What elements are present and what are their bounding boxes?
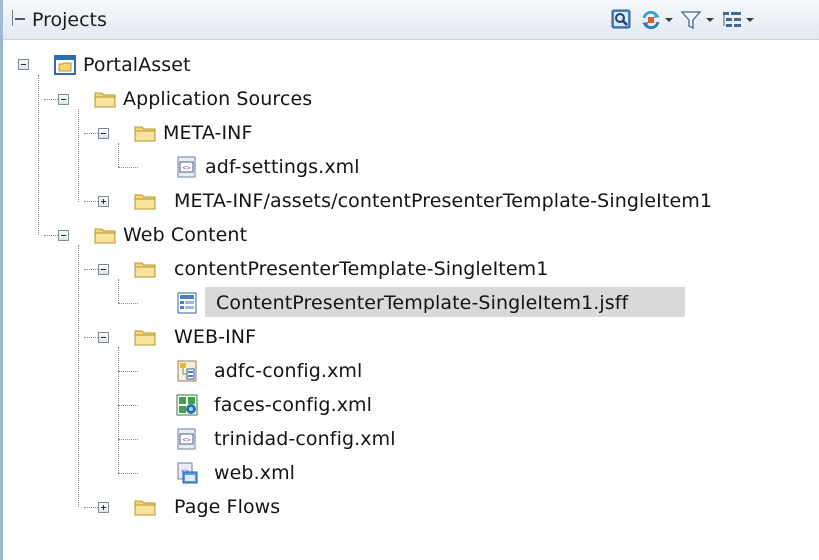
tree-connector	[84, 201, 98, 202]
tree-connector	[118, 371, 138, 372]
tree-connector	[118, 347, 119, 473]
jsff-file-icon	[177, 292, 197, 314]
collapse-toggle[interactable]	[98, 128, 109, 139]
tree-connector	[84, 133, 98, 134]
node-label: Web Content	[123, 224, 248, 246]
sync-icon[interactable]	[640, 9, 662, 31]
node-label: META-INF	[163, 122, 253, 144]
xml-file-icon: <>	[177, 428, 196, 450]
node-label: Page Flows	[174, 496, 281, 518]
svg-text:<>: <>	[182, 436, 190, 444]
folder-icon	[134, 194, 156, 210]
collapse-toggle[interactable]	[58, 230, 69, 241]
tree-connector	[84, 507, 98, 508]
node-label: trinidad-config.xml	[214, 428, 396, 450]
tree-connector	[84, 269, 98, 270]
tree-connector	[44, 235, 58, 236]
node-label: adfc-config.xml	[214, 360, 363, 382]
tree-connector	[44, 99, 58, 100]
search-icon[interactable]	[611, 9, 631, 31]
svg-text:<>: <>	[182, 164, 190, 172]
tree-connector	[118, 143, 119, 167]
filter-dropdown-icon[interactable]	[706, 18, 714, 22]
tree-connector	[118, 303, 138, 304]
folder-icon	[134, 262, 156, 278]
node-label: META-INF/assets/contentPresenterTemplate…	[174, 190, 713, 212]
tree-connector	[118, 405, 138, 406]
xml-file-icon: <>	[177, 156, 196, 178]
node-label: contentPresenterTemplate-SingleItem1	[174, 258, 549, 280]
folder-icon	[94, 228, 116, 244]
node-label: WEB-INF	[174, 326, 257, 348]
collapse-toggle[interactable]	[98, 332, 109, 343]
collapse-toggle[interactable]	[58, 94, 69, 105]
folder-icon	[94, 92, 116, 108]
options-icon[interactable]	[721, 9, 743, 31]
panel-header: Projects	[3, 0, 819, 40]
adfc-config-icon	[177, 360, 197, 382]
filter-icon[interactable]	[680, 9, 702, 31]
folder-icon	[134, 330, 156, 346]
tree-connector	[78, 109, 79, 202]
tree-connector	[118, 439, 138, 440]
tree-connector	[118, 279, 119, 303]
panel-title: Projects	[32, 9, 107, 31]
node-label: faces-config.xml	[214, 394, 373, 416]
collapse-toggle[interactable]	[98, 264, 109, 275]
web-xml-icon: <>	[177, 462, 198, 484]
expand-toggle[interactable]	[98, 196, 109, 207]
expand-toggle[interactable]	[98, 502, 109, 513]
node-label: Application Sources	[123, 88, 313, 110]
minimize-icon[interactable]	[12, 10, 25, 26]
folder-icon	[134, 126, 156, 142]
tree-connector	[118, 473, 138, 474]
sync-dropdown-icon[interactable]	[665, 18, 673, 22]
options-dropdown-icon[interactable]	[746, 18, 754, 22]
collapse-toggle[interactable]	[18, 59, 29, 70]
node-label: web.xml	[214, 462, 296, 484]
projects-panel: Projects PortalAsset Application Sources…	[0, 0, 819, 560]
node-label: PortalAsset	[83, 54, 191, 76]
node-label: ContentPresenterTemplate-SingleItem1.jsf…	[216, 292, 629, 314]
folder-icon	[134, 500, 156, 516]
faces-config-icon	[176, 394, 198, 416]
tree-connector	[78, 245, 79, 507]
tree-connector	[84, 337, 98, 338]
node-label: adf-settings.xml	[205, 156, 360, 178]
tree-connector	[38, 75, 39, 235]
tree-connector	[118, 167, 138, 168]
project-icon	[54, 55, 76, 75]
